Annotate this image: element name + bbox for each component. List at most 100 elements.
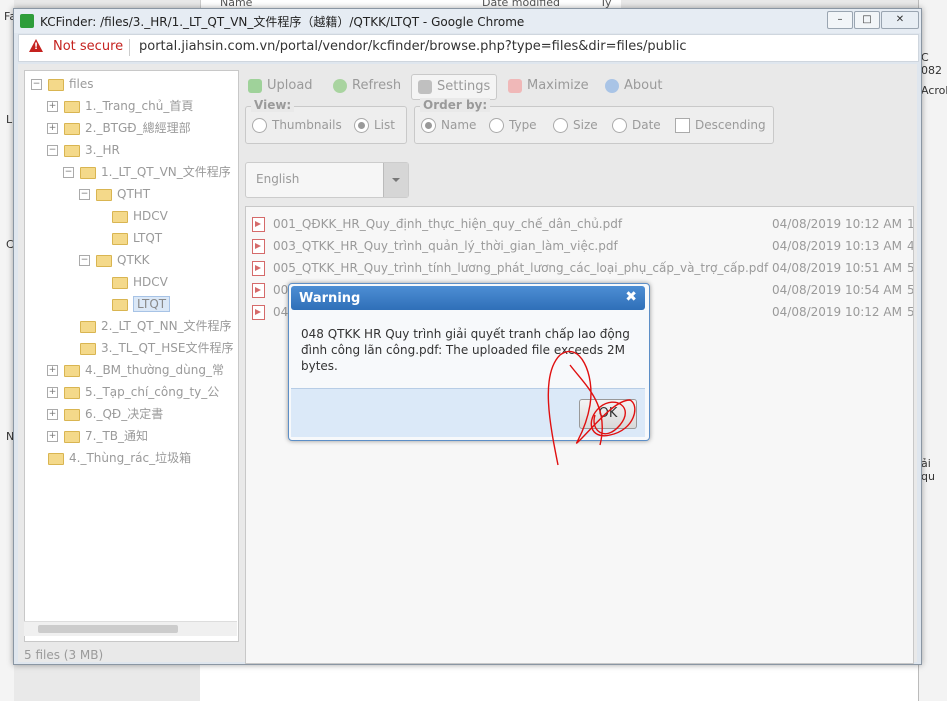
url-text[interactable]: portal.jiahsin.com.vn/portal/vendor/kcfi…: [139, 39, 687, 54]
tree-item[interactable]: − 1._LT_QT_VN_文件程序: [63, 163, 231, 181]
folder-icon: [96, 188, 112, 201]
folder-icon: [64, 430, 80, 443]
pdf-file-icon: [252, 217, 265, 232]
tree-item[interactable]: − QTHT: [79, 185, 150, 203]
order-descending-checkbox[interactable]: Descending: [675, 118, 766, 133]
folder-icon: [112, 298, 128, 311]
file-row[interactable]: 005_QTKK_HR_Quy_trình_tính_lương_phát_lư…: [246, 257, 914, 279]
maximize-view-button[interactable]: Maximize: [508, 74, 589, 98]
tree-item[interactable]: 2._LT_QT_NN_文件程序: [63, 317, 232, 335]
chevron-down-icon[interactable]: [383, 163, 408, 197]
folder-icon: [64, 386, 80, 399]
maximize-icon: [508, 78, 522, 93]
collapse-icon[interactable]: −: [47, 145, 58, 156]
expand-icon[interactable]: +: [47, 409, 58, 420]
order-type-radio[interactable]: Type: [489, 118, 537, 133]
tree-item[interactable]: LTQT: [95, 295, 171, 313]
ok-button[interactable]: OK: [579, 399, 637, 429]
tree-item-label: 2._BTGĐ_總經理部: [85, 121, 191, 135]
tree-item-label: 6._QĐ_决定書: [85, 407, 164, 421]
folder-icon: [48, 452, 64, 465]
tree-item[interactable]: +2._BTGĐ_總經理部: [47, 119, 191, 137]
tree-item-label: 1._LT_QT_VN_文件程序: [101, 165, 231, 179]
collapse-icon[interactable]: −: [79, 189, 90, 200]
tree-item-label: 4._Thùng_rác_垃圾箱: [69, 451, 192, 465]
tree-item[interactable]: +6._QĐ_决定書: [47, 405, 163, 423]
pdf-file-icon: [252, 261, 265, 276]
status-bar: 5 files (3 MB): [24, 648, 104, 662]
expand-icon[interactable]: +: [47, 101, 58, 112]
background-explorer-bottom: [200, 665, 920, 701]
file-name: 001_QĐKK_HR_Quy_định_thực_hiện_quy_chế_d…: [273, 217, 623, 231]
tree-item[interactable]: − 3._HR: [47, 141, 120, 159]
tree-item[interactable]: − files: [31, 75, 94, 93]
folder-icon: [64, 408, 80, 421]
dialog-title-bar: Warning ✖: [291, 286, 645, 310]
tree-item[interactable]: LTQT: [95, 229, 162, 247]
order-date-radio[interactable]: Date: [612, 118, 661, 133]
address-bar[interactable]: ! Not secure portal.jiahsin.com.vn/porta…: [18, 34, 919, 62]
folder-icon: [64, 144, 80, 157]
order-name-radio[interactable]: Name: [421, 118, 476, 133]
collapse-icon[interactable]: −: [79, 255, 90, 266]
folder-tree: − files +1._Trang_chủ_首頁 +2._BTGĐ_總經理部 −3._H…: [24, 70, 239, 642]
view-fieldset: View: Thumbnails List: [245, 98, 407, 144]
not-secure-label[interactable]: Not secure: [53, 39, 123, 54]
collapse-icon[interactable]: −: [31, 79, 42, 90]
pdf-file-icon: [252, 305, 265, 320]
tree-item[interactable]: 4._Thùng_rác_垃圾箱: [31, 449, 191, 467]
folder-icon: [80, 166, 96, 179]
folder-icon: [80, 342, 96, 355]
folder-icon: [112, 276, 128, 289]
minimize-button[interactable]: –: [827, 11, 853, 29]
tree-item[interactable]: +1._Trang_chủ_首頁: [47, 97, 193, 115]
tree-item[interactable]: HDCV: [95, 207, 168, 225]
file-date: 04/08/2019 10:12 AM: [772, 305, 902, 319]
scrollbar-thumb[interactable]: [38, 625, 178, 633]
tree-item[interactable]: +4._BM_thường_dùng_常: [47, 361, 224, 379]
folder-icon: [80, 320, 96, 333]
about-button[interactable]: About: [605, 74, 662, 98]
tree-item-label: 4._BM_thường_dùng_常: [85, 363, 224, 377]
tree-item[interactable]: − QTKK: [79, 251, 150, 269]
folder-icon: [64, 364, 80, 377]
expand-icon[interactable]: +: [47, 431, 58, 442]
view-list-radio[interactable]: List: [354, 118, 395, 133]
expand-icon[interactable]: +: [47, 387, 58, 398]
dialog-footer: OK: [291, 388, 645, 437]
refresh-button[interactable]: Refresh: [333, 74, 401, 98]
file-date: 04/08/2019 10:54 AM: [772, 283, 902, 297]
tree-item-label: 3._HR: [85, 143, 120, 157]
order-size-radio[interactable]: Size: [553, 118, 598, 133]
settings-button[interactable]: Settings: [411, 74, 498, 100]
background-desktop-left: Fa Li C N: [0, 0, 14, 701]
view-thumbnails-radio[interactable]: Thumbnails: [252, 118, 342, 133]
dialog-close-icon[interactable]: ✖: [625, 289, 637, 305]
file-size: 5: [907, 283, 914, 297]
tree-item[interactable]: HDCV: [95, 273, 168, 291]
language-select[interactable]: English: [245, 162, 409, 198]
file-size: 5: [907, 305, 914, 319]
expand-icon[interactable]: +: [47, 123, 58, 134]
tree-item-label: HDCV: [133, 275, 168, 289]
file-row[interactable]: 003_QTKK_HR_Quy_trình_quản_lý_thời_gian_…: [246, 235, 913, 257]
tree-item[interactable]: 3._TL_QT_HSE文件程序: [63, 339, 233, 357]
file-row[interactable]: 001_QĐKK_HR_Quy_định_thực_hiện_quy_chế_d…: [246, 213, 913, 235]
expand-icon[interactable]: +: [47, 365, 58, 376]
kcfinder-icon: [20, 14, 34, 28]
tree-item[interactable]: +7._TB_通知: [47, 427, 148, 445]
tree-item[interactable]: +5._Tạp_chí_công_ty_公: [47, 383, 219, 401]
upload-button[interactable]: Upload: [248, 74, 313, 98]
language-value: English: [256, 172, 300, 186]
tree-horizontal-scrollbar[interactable]: [24, 621, 237, 636]
tree-item-label: LTQT: [133, 296, 171, 312]
file-name: 003_QTKK_HR_Quy_trình_quản_lý_thời_gian_…: [273, 239, 618, 253]
close-button[interactable]: ✕: [881, 11, 919, 29]
collapse-icon[interactable]: −: [63, 167, 74, 178]
folder-icon: [112, 232, 128, 245]
maximize-button[interactable]: □: [854, 11, 880, 29]
folder-icon: [112, 210, 128, 223]
gear-icon: [418, 79, 432, 94]
file-size: 5: [907, 261, 914, 275]
file-date: 04/08/2019 10:12 AM: [772, 217, 902, 231]
